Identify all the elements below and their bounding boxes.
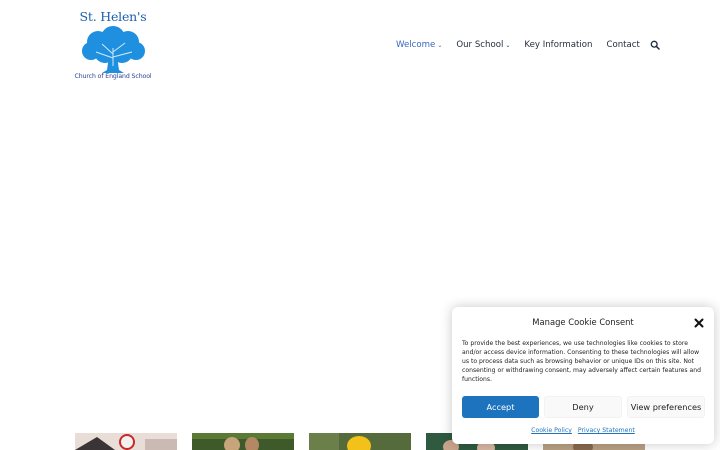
nav-item-contact[interactable]: Contact <box>606 40 639 50</box>
nav-item-welcome[interactable]: Welcome ⌄ <box>396 40 442 50</box>
deny-button[interactable]: Deny <box>544 396 622 418</box>
view-preferences-button[interactable]: View preferences <box>627 396 705 418</box>
school-logo[interactable]: St. Helen's Church of England School <box>73 9 153 81</box>
cookie-dialog-text: To provide the best experiences, we use … <box>462 340 702 384</box>
logo-subtitle: Church of England School <box>74 73 152 80</box>
accept-button[interactable]: Accept <box>462 396 539 418</box>
main-nav: Welcome ⌄ Our School ⌄ Key Information C… <box>396 38 660 52</box>
nav-label: Welcome <box>396 40 436 50</box>
search-icon[interactable] <box>650 40 660 50</box>
nav-item-our-school[interactable]: Our School ⌄ <box>456 40 510 50</box>
cookie-dialog-title: Manage Cookie Consent <box>532 317 634 327</box>
gallery-thumbnail[interactable] <box>75 433 177 450</box>
cookie-links: Cookie Policy Privacy Statement <box>452 427 714 434</box>
gallery-thumbnail[interactable] <box>192 433 294 450</box>
cookie-policy-link[interactable]: Cookie Policy <box>531 427 572 434</box>
nav-label: Contact <box>606 40 640 50</box>
site-header: St. Helen's Church of England School Wel… <box>0 0 720 88</box>
nav-label: Our School <box>456 40 504 50</box>
nav-item-key-information[interactable]: Key Information <box>524 40 592 50</box>
tree-logo-icon <box>82 26 145 73</box>
gallery-thumbnail[interactable] <box>309 433 411 450</box>
cookie-consent-dialog: Manage Cookie Consent To provide the bes… <box>452 307 714 444</box>
nav-label: Key Information <box>524 40 593 50</box>
privacy-statement-link[interactable]: Privacy Statement <box>578 427 635 434</box>
close-icon[interactable] <box>694 318 704 328</box>
chevron-down-icon: ⌄ <box>437 41 443 49</box>
chevron-down-icon: ⌄ <box>505 41 511 49</box>
